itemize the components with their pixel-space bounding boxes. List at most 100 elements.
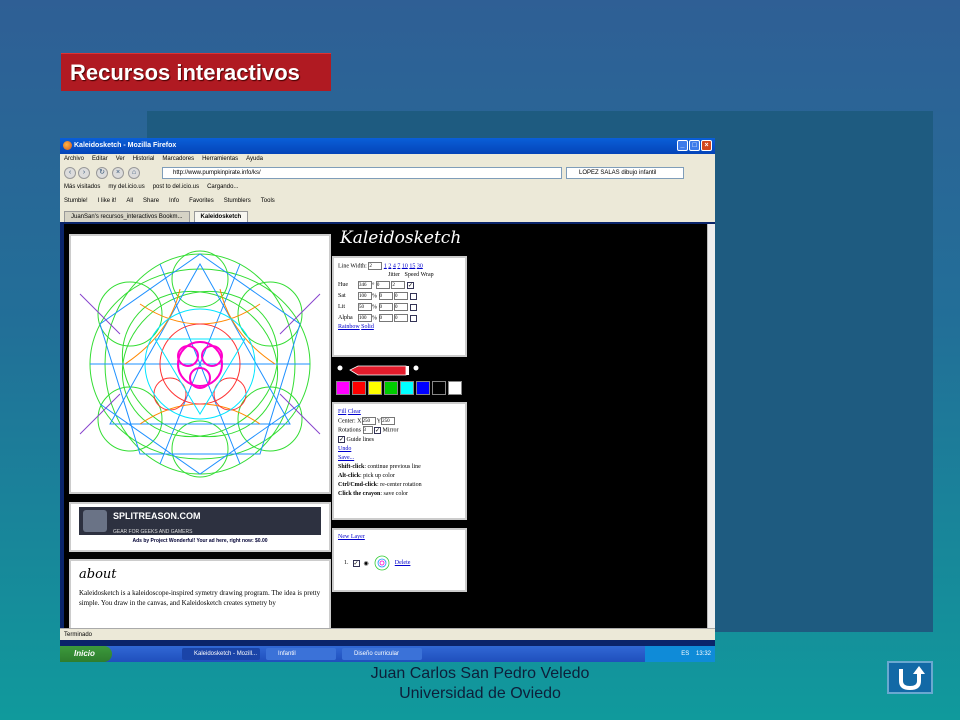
slide: Recursos interactivos Kaleidosketch - Mo… <box>0 0 960 720</box>
width-link[interactable]: 7 <box>397 263 400 269</box>
jitter-input[interactable]: 0 <box>375 281 390 289</box>
menu-archivo[interactable]: Archivo <box>64 154 84 165</box>
window-titlebar: Kaleidosketch - Mozilla Firefox _ □ × <box>60 138 715 154</box>
wrap-checkbox[interactable] <box>409 303 417 311</box>
about-title: about <box>79 567 117 582</box>
maximize-button[interactable]: □ <box>689 140 700 151</box>
wrap-checkbox[interactable]: ✓ <box>406 281 414 289</box>
speed-input[interactable]: 0 <box>394 292 408 300</box>
save-link[interactable]: Save... <box>338 455 354 461</box>
taskbar-item-firefox[interactable]: Kaleidosketch - Mozill... <box>182 648 260 660</box>
color-swatch[interactable] <box>400 381 414 395</box>
rainbow-link[interactable]: Rainbow <box>338 324 360 330</box>
stumble-button[interactable]: Stumble! <box>64 196 88 206</box>
undo-link[interactable]: Undo <box>338 446 351 452</box>
row-value-input[interactable]: 100 <box>358 292 372 300</box>
taskbar-item-infantil[interactable]: Infantil <box>266 648 336 660</box>
tab-recursos[interactable]: JuanSan's recursos_interactivos Bookm... <box>64 211 190 222</box>
back-icon[interactable]: ‹ <box>64 167 76 179</box>
url-input[interactable]: http://www.pumpkinpirate.info/ks/ <box>162 167 562 179</box>
stumbleupon-toolbar: Stumble! I like it! All Share Info Favor… <box>64 196 275 206</box>
tools-button[interactable]: Tools <box>261 196 275 206</box>
color-swatch[interactable] <box>416 381 430 395</box>
crayon-icon[interactable] <box>336 364 446 378</box>
clear-link[interactable]: Clear <box>348 409 361 415</box>
hsl-row: Sat 100% 0 0 <box>338 292 461 300</box>
width-link[interactable]: 30 <box>417 263 423 269</box>
menu-historial[interactable]: Historial <box>133 154 155 165</box>
bookmark-item[interactable]: Más visitados <box>64 182 100 192</box>
width-link[interactable]: 1 <box>384 263 387 269</box>
color-swatch[interactable] <box>432 381 446 395</box>
row-value-input[interactable]: 50 <box>358 303 372 311</box>
windows-taskbar: Inicio Kaleidosketch - Mozill... Infanti… <box>60 646 715 662</box>
forward-icon[interactable]: › <box>78 167 90 179</box>
guide-lines-checkbox[interactable]: ✓ <box>338 435 345 443</box>
tab-kaleidosketch[interactable]: Kaleidosketch <box>193 211 249 222</box>
width-link[interactable]: 2 <box>388 263 391 269</box>
bookmark-item[interactable]: post to del.icio.us <box>153 182 199 192</box>
layer-visible-checkbox[interactable]: ✓ <box>352 559 360 567</box>
color-swatch[interactable] <box>336 381 350 395</box>
rotations-input[interactable]: 3 <box>362 426 373 435</box>
reload-icon[interactable]: ↻ <box>96 167 108 179</box>
speed-input[interactable]: 0 <box>394 314 408 322</box>
delete-layer-link[interactable]: Delete <box>395 560 411 566</box>
new-layer-link[interactable]: New Layer <box>338 534 365 540</box>
row-value-input[interactable]: 100 <box>358 314 372 322</box>
share-button[interactable]: Share <box>143 196 159 206</box>
stop-icon[interactable]: × <box>112 167 124 179</box>
speed-input[interactable]: 0 <box>394 303 408 311</box>
shortcut-tips: Shift-click: continue previous line Alt-c… <box>338 463 461 499</box>
jitter-input[interactable]: 0 <box>378 303 393 311</box>
center-x-input[interactable]: 250 <box>361 417 376 425</box>
search-input[interactable]: LOPEZ SALAS dibujo infantil <box>566 167 684 179</box>
firefox-icon <box>63 141 72 150</box>
speed-input[interactable]: 2 <box>391 281 406 289</box>
jitter-input[interactable]: 0 <box>378 292 393 300</box>
line-width-input[interactable]: 2 <box>368 262 383 270</box>
color-swatch[interactable] <box>352 381 366 395</box>
menu-marcadores[interactable]: Marcadores <box>162 154 194 165</box>
home-icon[interactable]: ⌂ <box>128 167 140 179</box>
wrap-checkbox[interactable] <box>409 292 417 300</box>
taskbar-item-diseno[interactable]: Diseño curricular <box>342 648 422 660</box>
row-value-input[interactable]: 346 <box>358 281 372 289</box>
wrap-checkbox[interactable] <box>409 314 417 322</box>
width-link[interactable]: 15 <box>409 263 415 269</box>
minimize-button[interactable]: _ <box>677 140 688 151</box>
color-swatch[interactable] <box>368 381 382 395</box>
mirror-checkbox[interactable]: ✓ <box>374 426 382 434</box>
width-link[interactable]: 4 <box>393 263 396 269</box>
stumblers-button[interactable]: Stumblers <box>224 196 251 206</box>
all-button[interactable]: All <box>126 196 133 206</box>
color-swatch[interactable] <box>384 381 398 395</box>
jitter-input[interactable]: 0 <box>378 314 393 322</box>
menu-herramientas[interactable]: Herramientas <box>202 154 238 165</box>
menu-ver[interactable]: Ver <box>116 154 125 165</box>
page-scrollbar[interactable] <box>707 224 715 628</box>
row-unit: ° <box>372 282 375 289</box>
width-link[interactable]: 10 <box>402 263 408 269</box>
fill-link[interactable]: Fill <box>338 409 346 415</box>
layer-radio[interactable]: ◉ <box>364 560 369 567</box>
bookmark-item[interactable]: Cargando... <box>207 182 238 192</box>
solid-link[interactable]: Solid <box>361 324 374 330</box>
center-y-input[interactable]: 250 <box>381 417 396 425</box>
start-button[interactable]: Inicio <box>60 646 112 662</box>
info-button[interactable]: Info <box>169 196 179 206</box>
return-button[interactable] <box>887 661 933 694</box>
close-button[interactable]: × <box>701 140 712 151</box>
ad-text[interactable]: Ads by Project Wonderful! Your ad here, … <box>79 538 321 544</box>
row-unit: % <box>372 315 377 322</box>
menu-ayuda[interactable]: Ayuda <box>246 154 263 165</box>
color-swatch[interactable] <box>448 381 462 395</box>
like-button[interactable]: I like it! <box>98 196 117 206</box>
language-indicator[interactable]: ES <box>681 651 689 657</box>
menu-editar[interactable]: Editar <box>92 154 108 165</box>
ad-banner[interactable]: SPLITREASON.COM GEAR FOR GEEKS AND GAMER… <box>69 502 331 552</box>
bookmark-item[interactable]: my del.icio.us <box>108 182 144 192</box>
tip-line: Alt-click: pick up color <box>338 472 395 479</box>
favorites-button[interactable]: Favorites <box>189 196 214 206</box>
drawing-canvas[interactable] <box>69 234 331 494</box>
